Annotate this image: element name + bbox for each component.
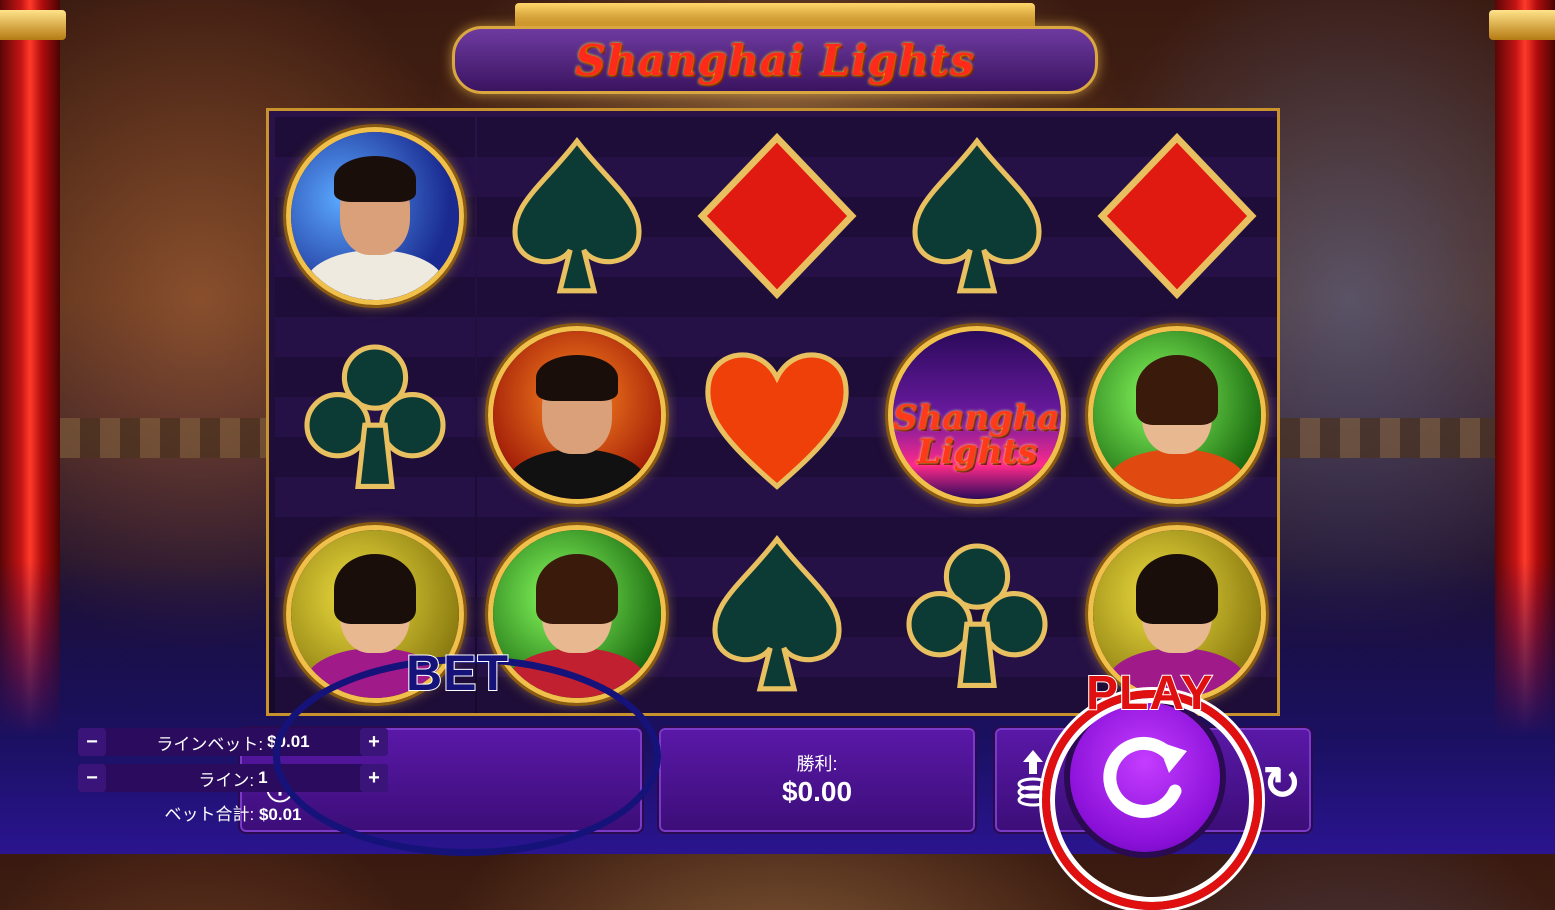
symbol-diamond: [677, 117, 877, 315]
spade-icon: [512, 137, 642, 294]
diamond-icon: [1097, 132, 1257, 300]
heart-icon: [705, 352, 849, 490]
spade-icon: [712, 535, 842, 692]
lines-label: ライン:: [198, 770, 255, 790]
game-title: Shanghai Lights: [575, 35, 975, 85]
line-bet-decrease-button[interactable]: −: [78, 728, 106, 756]
win-label: 勝利:: [796, 754, 838, 774]
bet-annotation-label: BET: [405, 644, 509, 702]
diamond-icon: [697, 132, 857, 300]
symbol-man-white-suit: [275, 117, 475, 315]
club-icon: [304, 344, 446, 489]
win-panel: 勝利: $0.00: [657, 726, 977, 834]
total-bet-value: $0.01: [258, 805, 302, 824]
symbol-spade: [477, 117, 677, 315]
lines-value: 1: [258, 768, 268, 787]
club-icon: [906, 543, 1048, 688]
play-annotation-label: PLAY: [1085, 666, 1214, 721]
game-logo: Shanghai Lights: [452, 3, 1098, 94]
wild-symbol-text: Shanghai Lights: [893, 398, 1066, 472]
reel-3: [677, 117, 877, 713]
line-bet-label: ラインベット:: [156, 734, 264, 754]
reel-grid: Shanghai Lights: [266, 108, 1280, 716]
symbol-wild-shanghai-lights: Shanghai Lights: [877, 316, 1077, 514]
reel-1: [275, 117, 475, 713]
win-value: $0.00: [781, 776, 853, 807]
autoplay-refresh-icon[interactable]: ↻: [1262, 756, 1301, 810]
spade-icon: [912, 137, 1042, 294]
symbol-woman-champagne: [1077, 316, 1277, 514]
symbol-spade: [877, 117, 1077, 315]
reel-2: [477, 117, 677, 713]
play-annotation-ring: [1042, 690, 1262, 910]
symbol-club: [275, 316, 475, 514]
reel-4: Shanghai Lights: [877, 117, 1077, 713]
total-bet-label: ベット合計:: [164, 805, 255, 824]
lines-decrease-button[interactable]: −: [78, 764, 106, 792]
symbol-diamond: [1077, 117, 1277, 315]
symbol-club: [877, 515, 1077, 713]
reel-5: [1077, 117, 1277, 713]
symbol-heart: [677, 316, 877, 514]
symbol-spade: [677, 515, 877, 713]
symbol-man-tuxedo: [477, 316, 677, 514]
